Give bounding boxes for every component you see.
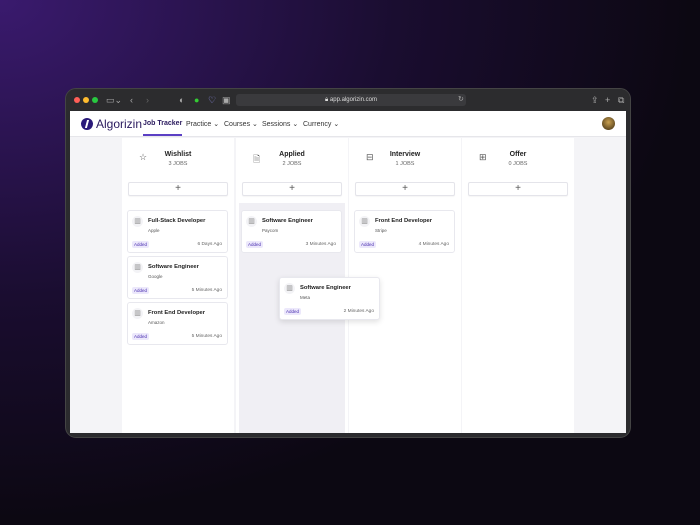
browser-toolbar: ▭⌄ ‹ › ◐ ● ♡ ▣ 🔒︎ app.algorizin.com ↻ ⇪ … — [66, 89, 630, 111]
job-title: Front End Developer — [148, 310, 206, 316]
sidebar-icon[interactable]: ▭⌄ — [106, 94, 122, 106]
job-card[interactable]: ▥ Software Engineer Paycom Added 3 Minut… — [241, 210, 342, 253]
add-job-button[interactable]: + — [468, 182, 568, 196]
brand-name: Algorizin — [96, 117, 143, 131]
maximize-window-button[interactable] — [92, 97, 98, 103]
job-card[interactable]: ▥ Software Engineer Google Added 5 Minut… — [127, 256, 228, 299]
top-nav: Algorizin Job Tracker Practice ⌄ Courses… — [70, 111, 626, 137]
job-title: Software Engineer — [262, 218, 313, 224]
status-badge: Added — [284, 308, 302, 315]
timestamp: 2 Minutes Ago — [343, 309, 374, 314]
column-count: 0 JOBS — [508, 161, 528, 167]
browser-window: ▭⌄ ‹ › ◐ ● ♡ ▣ 🔒︎ app.algorizin.com ↻ ⇪ … — [65, 88, 631, 438]
building-icon: ▥ — [132, 308, 143, 319]
timestamp: 5 Minutes Ago — [191, 288, 222, 293]
page: Algorizin Job Tracker Practice ⌄ Courses… — [70, 111, 626, 433]
job-card[interactable]: ▥ Front End Developer Amazon Added 5 Min… — [127, 302, 228, 345]
column-count: 3 JOBS — [168, 161, 188, 167]
job-title: Software Engineer — [300, 285, 351, 291]
column-offer: ⊞ Offer 0 JOBS + — [462, 138, 574, 433]
logo-icon — [81, 118, 93, 130]
building-icon: ▥ — [132, 262, 143, 273]
company-name: Google — [148, 274, 163, 279]
job-card[interactable]: ▥ Software Engineer Meta Added 2 Minutes… — [279, 277, 380, 320]
company-name: Paycom — [262, 228, 279, 233]
company-name: Meta — [300, 295, 311, 300]
close-window-button[interactable] — [74, 97, 80, 103]
status-badge: Added — [359, 241, 377, 248]
company-name: Apple — [148, 228, 160, 233]
timestamp: 3 Minutes Ago — [305, 242, 336, 247]
pocket-icon[interactable]: ♡ — [208, 94, 216, 106]
status-badge: Added — [246, 241, 264, 248]
job-card[interactable]: ▥ Front End Developer Stripe Added 4 Min… — [354, 210, 455, 253]
timestamp: 4 Minutes Ago — [418, 242, 449, 247]
column-count: 1 JOBS — [395, 161, 415, 167]
add-job-button[interactable]: + — [128, 182, 228, 196]
company-name: Stripe — [375, 228, 387, 233]
add-job-button[interactable]: + — [242, 182, 342, 196]
url-text: app.algorizin.com — [329, 97, 377, 103]
status-badge: Added — [132, 287, 150, 294]
share-icon[interactable]: ⇪ — [591, 94, 599, 106]
nav-practice[interactable]: Practice ⌄ — [186, 120, 219, 128]
reader-icon[interactable]: ▣ — [222, 94, 231, 106]
job-title: Front End Developer — [375, 218, 433, 224]
column-title: Applied — [279, 151, 305, 158]
add-job-button[interactable]: + — [355, 182, 455, 196]
company-name: Amazon — [148, 320, 165, 325]
nav-sessions[interactable]: Sessions ⌄ — [262, 120, 298, 128]
user-avatar[interactable] — [602, 117, 615, 130]
new-tab-icon[interactable]: + — [605, 94, 610, 106]
column-title: Wishlist — [164, 151, 192, 158]
reload-icon[interactable]: ↻ — [458, 94, 464, 106]
lock-icon: 🔒︎ — [325, 97, 329, 103]
building-icon: ▥ — [246, 216, 257, 227]
nav-currency[interactable]: Currency ⌄ — [303, 120, 339, 128]
building-icon: ▥ — [284, 283, 295, 294]
column-title: Interview — [389, 151, 421, 158]
timestamp: 6 Days Ago — [197, 242, 222, 247]
column-count: 2 JOBS — [282, 161, 302, 167]
column-title: Offer — [509, 151, 527, 158]
status-badge: Added — [132, 241, 150, 248]
job-title: Software Engineer — [148, 264, 199, 270]
job-card[interactable]: ▥ Full-Stack Developer Apple Added 6 Day… — [127, 210, 228, 253]
status-badge: Added — [132, 333, 150, 340]
building-icon: ▥ — [132, 216, 143, 227]
job-title: Full-Stack Developer — [148, 218, 206, 224]
minimize-window-button[interactable] — [83, 97, 89, 103]
nav-job-tracker[interactable]: Job Tracker — [143, 120, 183, 136]
extension-icon[interactable]: ● — [194, 94, 199, 106]
forward-icon[interactable]: › — [146, 94, 149, 106]
timestamp: 5 Minutes Ago — [191, 334, 222, 339]
building-icon: ▥ — [359, 216, 370, 227]
shield-icon[interactable]: ◐ — [179, 94, 184, 106]
address-bar[interactable]: 🔒︎ app.algorizin.com — [236, 94, 466, 106]
back-icon[interactable]: ‹ — [130, 94, 133, 106]
brand-logo[interactable]: Algorizin — [81, 117, 142, 131]
nav-courses[interactable]: Courses ⌄ — [224, 120, 258, 128]
tabs-icon[interactable]: ⧉ — [618, 94, 624, 106]
